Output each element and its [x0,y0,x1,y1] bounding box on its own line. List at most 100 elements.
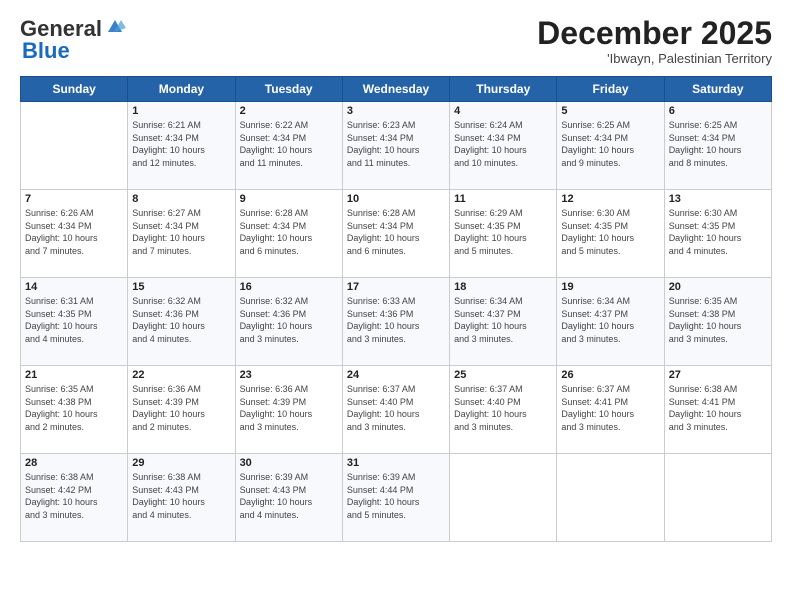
day-info: Sunrise: 6:31 AM Sunset: 4:35 PM Dayligh… [25,295,123,345]
calendar-cell: 28 Sunrise: 6:38 AM Sunset: 4:42 PM Dayli… [21,454,128,542]
day-number: 4 [454,105,552,117]
header-day-sunday: Sunday [21,77,128,102]
day-info: Sunrise: 6:38 AM Sunset: 4:43 PM Dayligh… [132,471,230,521]
day-number: 14 [25,281,123,293]
day-number: 11 [454,193,552,205]
calendar-cell: 22 Sunrise: 6:36 AM Sunset: 4:39 PM Dayli… [128,366,235,454]
header-day-tuesday: Tuesday [235,77,342,102]
day-info: Sunrise: 6:22 AM Sunset: 4:34 PM Dayligh… [240,119,338,169]
day-number: 6 [669,105,767,117]
calendar-cell [450,454,557,542]
day-info: Sunrise: 6:26 AM Sunset: 4:34 PM Dayligh… [25,207,123,257]
day-info: Sunrise: 6:39 AM Sunset: 4:44 PM Dayligh… [347,471,445,521]
calendar-cell [21,102,128,190]
logo-blue-text: Blue [20,38,70,64]
calendar-cell: 19 Sunrise: 6:34 AM Sunset: 4:37 PM Dayli… [557,278,664,366]
calendar-cell: 18Sunrise: 6:34 AM Sunset: 4:37 PM Dayli… [450,278,557,366]
day-number: 15 [132,281,230,293]
day-number: 7 [25,193,123,205]
day-number: 23 [240,369,338,381]
day-number: 10 [347,193,445,205]
day-number: 12 [561,193,659,205]
day-number: 16 [240,281,338,293]
day-number: 8 [132,193,230,205]
calendar-cell [664,454,771,542]
day-info: Sunrise: 6:25 AM Sunset: 4:34 PM Dayligh… [669,119,767,169]
calendar-table: SundayMondayTuesdayWednesdayThursdayFrid… [20,76,772,542]
calendar-cell: 21Sunrise: 6:35 AM Sunset: 4:38 PM Dayli… [21,366,128,454]
day-info: Sunrise: 6:36 AM Sunset: 4:39 PM Dayligh… [240,383,338,433]
day-number: 13 [669,193,767,205]
day-number: 27 [669,369,767,381]
week-row-1: 1Sunrise: 6:21 AM Sunset: 4:34 PM Daylig… [21,102,772,190]
day-number: 5 [561,105,659,117]
day-number: 29 [132,457,230,469]
header-day-saturday: Saturday [664,77,771,102]
day-number: 30 [240,457,338,469]
calendar-cell: 6 Sunrise: 6:25 AM Sunset: 4:34 PM Daylig… [664,102,771,190]
logo: General Blue [20,16,126,64]
day-info: Sunrise: 6:38 AM Sunset: 4:42 PM Dayligh… [25,471,123,521]
calendar-cell: 24 Sunrise: 6:37 AM Sunset: 4:40 PM Dayli… [342,366,449,454]
day-number: 20 [669,281,767,293]
calendar-cell: 5Sunrise: 6:25 AM Sunset: 4:34 PM Daylig… [557,102,664,190]
day-info: Sunrise: 6:34 AM Sunset: 4:37 PM Dayligh… [561,295,659,345]
calendar-cell: 31 Sunrise: 6:39 AM Sunset: 4:44 PM Dayli… [342,454,449,542]
calendar-cell: 2Sunrise: 6:22 AM Sunset: 4:34 PM Daylig… [235,102,342,190]
month-title: December 2025 [537,16,772,51]
subtitle: 'Ibwayn, Palestinian Territory [537,51,772,66]
day-info: Sunrise: 6:28 AM Sunset: 4:34 PM Dayligh… [347,207,445,257]
calendar-body: 1Sunrise: 6:21 AM Sunset: 4:34 PM Daylig… [21,102,772,542]
day-number: 25 [454,369,552,381]
calendar-cell: 29 Sunrise: 6:38 AM Sunset: 4:43 PM Dayli… [128,454,235,542]
calendar-cell: 3 Sunrise: 6:23 AM Sunset: 4:34 PM Daylig… [342,102,449,190]
calendar-cell: 13 Sunrise: 6:30 AM Sunset: 4:35 PM Dayli… [664,190,771,278]
header: General Blue December 2025 'Ibwayn, Pale… [20,16,772,66]
day-info: Sunrise: 6:24 AM Sunset: 4:34 PM Dayligh… [454,119,552,169]
day-info: Sunrise: 6:36 AM Sunset: 4:39 PM Dayligh… [132,383,230,433]
calendar-page: General Blue December 2025 'Ibwayn, Pale… [0,0,792,612]
day-number: 9 [240,193,338,205]
day-info: Sunrise: 6:33 AM Sunset: 4:36 PM Dayligh… [347,295,445,345]
calendar-cell: 17Sunrise: 6:33 AM Sunset: 4:36 PM Dayli… [342,278,449,366]
day-info: Sunrise: 6:30 AM Sunset: 4:35 PM Dayligh… [669,207,767,257]
day-info: Sunrise: 6:29 AM Sunset: 4:35 PM Dayligh… [454,207,552,257]
calendar-cell: 14 Sunrise: 6:31 AM Sunset: 4:35 PM Dayli… [21,278,128,366]
calendar-cell: 25 Sunrise: 6:37 AM Sunset: 4:40 PM Dayli… [450,366,557,454]
calendar-cell: 4 Sunrise: 6:24 AM Sunset: 4:34 PM Daylig… [450,102,557,190]
header-day-friday: Friday [557,77,664,102]
week-row-4: 21Sunrise: 6:35 AM Sunset: 4:38 PM Dayli… [21,366,772,454]
day-info: Sunrise: 6:23 AM Sunset: 4:34 PM Dayligh… [347,119,445,169]
day-info: Sunrise: 6:32 AM Sunset: 4:36 PM Dayligh… [240,295,338,345]
week-row-2: 7 Sunrise: 6:26 AM Sunset: 4:34 PM Daylig… [21,190,772,278]
calendar-cell: 30 Sunrise: 6:39 AM Sunset: 4:43 PM Dayli… [235,454,342,542]
day-info: Sunrise: 6:39 AM Sunset: 4:43 PM Dayligh… [240,471,338,521]
day-number: 24 [347,369,445,381]
day-number: 22 [132,369,230,381]
week-row-5: 28 Sunrise: 6:38 AM Sunset: 4:42 PM Dayli… [21,454,772,542]
day-info: Sunrise: 6:30 AM Sunset: 4:35 PM Dayligh… [561,207,659,257]
calendar-cell: 15Sunrise: 6:32 AM Sunset: 4:36 PM Dayli… [128,278,235,366]
logo-icon [104,18,126,36]
header-day-monday: Monday [128,77,235,102]
header-day-wednesday: Wednesday [342,77,449,102]
day-info: Sunrise: 6:27 AM Sunset: 4:34 PM Dayligh… [132,207,230,257]
day-info: Sunrise: 6:21 AM Sunset: 4:34 PM Dayligh… [132,119,230,169]
day-info: Sunrise: 6:37 AM Sunset: 4:40 PM Dayligh… [454,383,552,433]
day-info: Sunrise: 6:37 AM Sunset: 4:41 PM Dayligh… [561,383,659,433]
calendar-cell: 1Sunrise: 6:21 AM Sunset: 4:34 PM Daylig… [128,102,235,190]
calendar-cell: 26 Sunrise: 6:37 AM Sunset: 4:41 PM Dayli… [557,366,664,454]
day-number: 28 [25,457,123,469]
title-area: December 2025 'Ibwayn, Palestinian Terri… [537,16,772,66]
day-number: 31 [347,457,445,469]
calendar-cell: 9 Sunrise: 6:28 AM Sunset: 4:34 PM Daylig… [235,190,342,278]
day-info: Sunrise: 6:34 AM Sunset: 4:37 PM Dayligh… [454,295,552,345]
day-info: Sunrise: 6:28 AM Sunset: 4:34 PM Dayligh… [240,207,338,257]
calendar-cell: 12 Sunrise: 6:30 AM Sunset: 4:35 PM Dayli… [557,190,664,278]
calendar-cell: 23 Sunrise: 6:36 AM Sunset: 4:39 PM Dayli… [235,366,342,454]
calendar-cell: 16 Sunrise: 6:32 AM Sunset: 4:36 PM Dayli… [235,278,342,366]
day-number: 3 [347,105,445,117]
day-info: Sunrise: 6:37 AM Sunset: 4:40 PM Dayligh… [347,383,445,433]
day-number: 26 [561,369,659,381]
day-number: 19 [561,281,659,293]
